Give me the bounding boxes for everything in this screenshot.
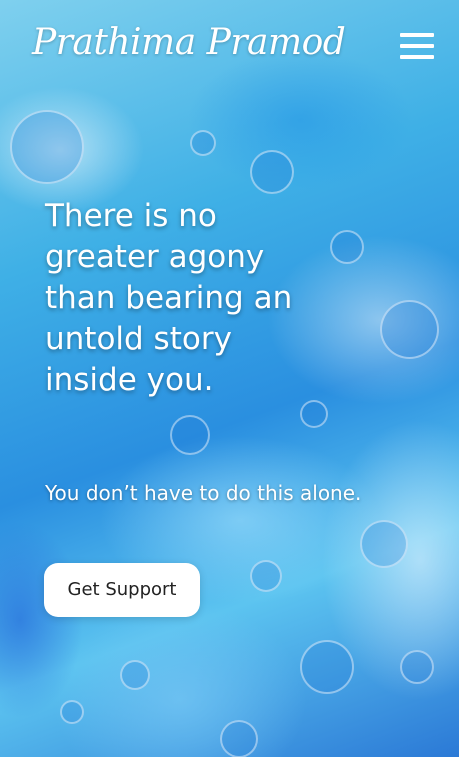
hero-headline-line: untold story — [45, 321, 232, 357]
hero-headline-line: greater agony — [45, 239, 265, 275]
get-support-button[interactable]: Get Support — [44, 563, 200, 617]
hero-headline-line: inside you. — [45, 362, 214, 398]
site-logo[interactable]: Prathima Pramod — [32, 22, 346, 63]
hero-headline-line: There is no — [45, 198, 217, 234]
hero-section: There is no greater agony than bearing a… — [45, 196, 385, 401]
hamburger-menu-icon[interactable] — [400, 33, 434, 59]
hero-subline: You don’t have to do this alone. — [45, 481, 362, 505]
top-navigation-bar: Prathima Pramod — [0, 0, 459, 95]
hero-headline-line: than bearing an — [45, 280, 293, 316]
page: Prathima Pramod There is no greater agon… — [0, 0, 459, 757]
hero-headline: There is no greater agony than bearing a… — [45, 196, 385, 401]
